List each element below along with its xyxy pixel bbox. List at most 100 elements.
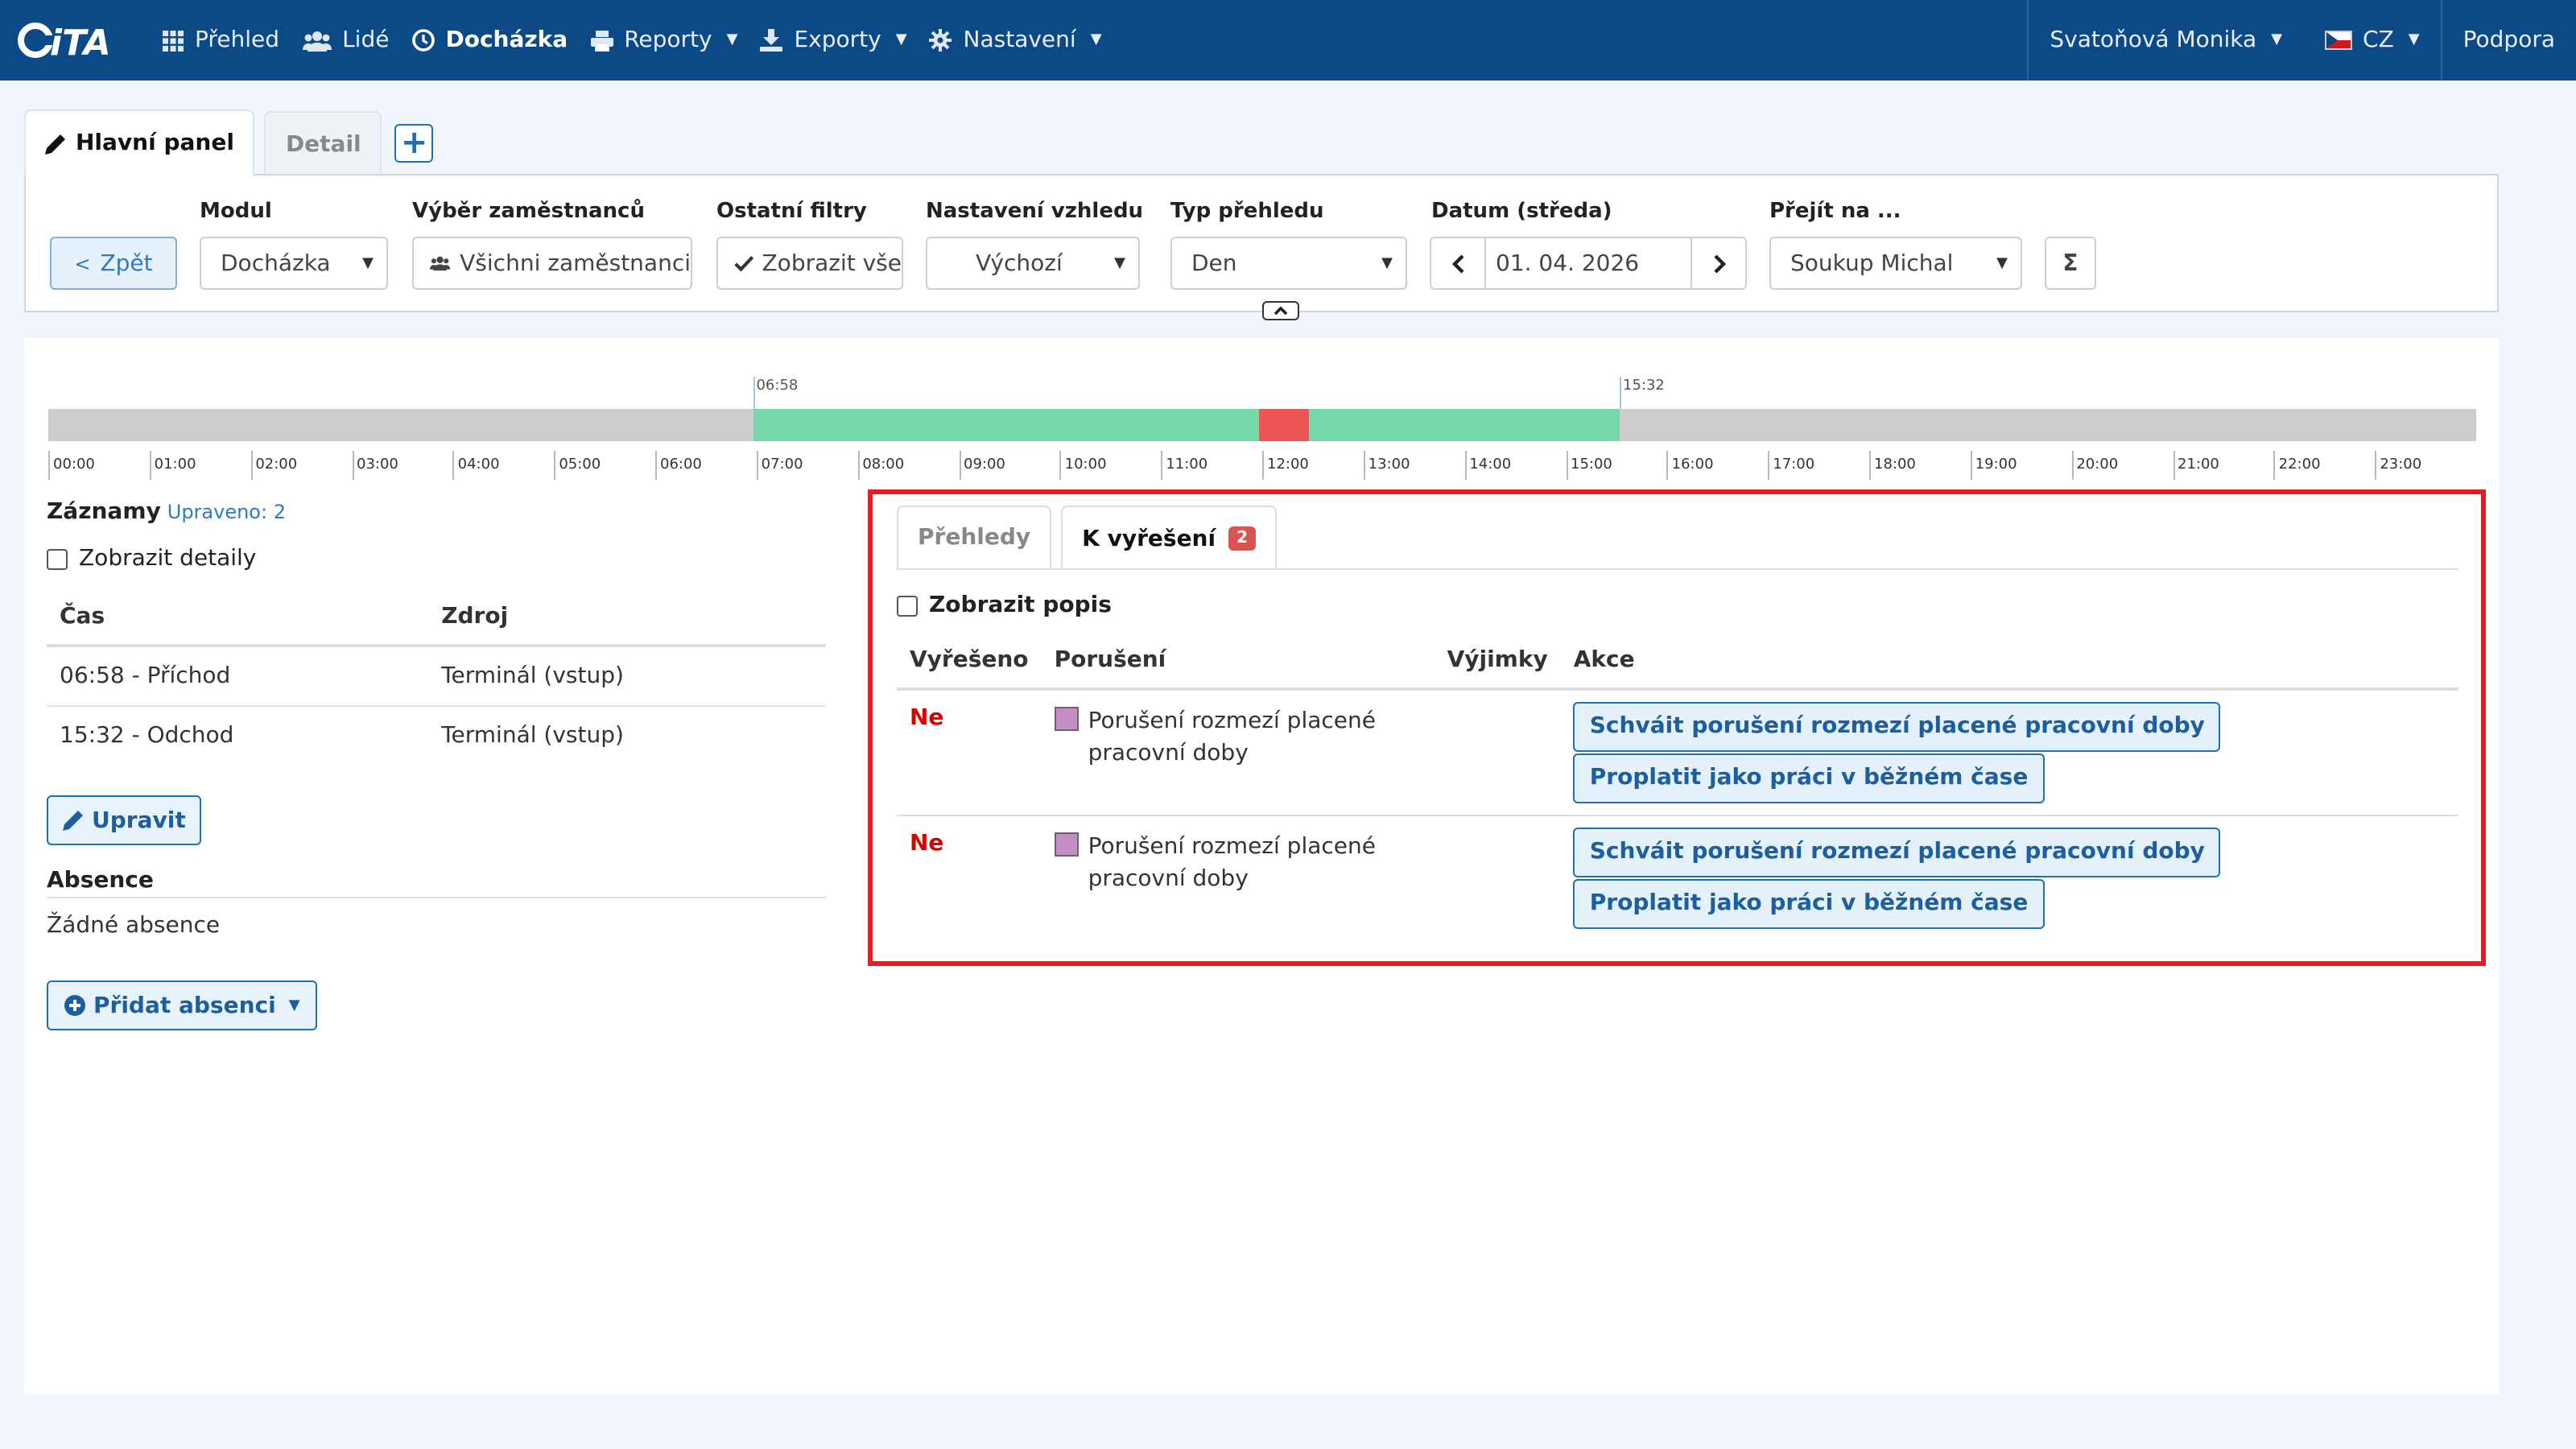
caret-down-icon: ▼ <box>1090 32 1102 48</box>
user-menu[interactable]: Svatoňová Monika ▼ <box>2027 0 2303 80</box>
app-logo[interactable]: iTA <box>0 0 151 80</box>
timeline-tick <box>2375 451 2377 480</box>
caret-down-icon: ▼ <box>288 997 300 1013</box>
add-tab-button[interactable]: + <box>394 124 434 163</box>
overview-type-label: Typ přehledu <box>1170 200 1324 224</box>
timeline-hour-label: 18:00 <box>1874 457 1916 473</box>
timeline-tick <box>250 451 253 480</box>
add-absence-button[interactable]: Přidat absenci ▼ <box>47 980 318 1030</box>
approve-violation-button[interactable]: Schváit porušení rozmezí placené pracovn… <box>1573 828 2221 877</box>
nav-reporty-label: Reporty <box>624 27 712 53</box>
work-segment <box>1309 409 1620 441</box>
gear-icon <box>929 29 952 52</box>
unresolved-count-badge: 2 <box>1228 526 1257 551</box>
add-absence-label: Přidat absenci <box>93 993 276 1018</box>
timeline-tick <box>959 451 960 480</box>
timeline-tick <box>149 451 151 480</box>
table-row: Ne Porušení rozmezí placené pracovní dob… <box>897 815 2458 940</box>
overview-type-select[interactable]: Den ▼ <box>1170 237 1407 290</box>
violation-text: Porušení rozmezí placené pracovní doby <box>1088 834 1376 892</box>
timeline-tick <box>756 451 758 480</box>
printer-icon <box>590 30 613 51</box>
module-select[interactable]: Docházka ▼ <box>200 237 388 290</box>
show-description-checkbox[interactable] <box>897 595 918 616</box>
date-input[interactable]: 01. 04. 2026 <box>1484 237 1692 290</box>
support-link[interactable]: Podpora <box>2440 0 2576 80</box>
caret-down-icon: ▼ <box>726 32 738 48</box>
pay-as-regular-button[interactable]: Proplatit jako práci v běžném čase <box>1573 879 2045 929</box>
collapse-filters-button[interactable] <box>1262 301 1299 320</box>
show-details-checkbox[interactable] <box>47 548 68 569</box>
records-section: Záznamy Upraveno: 2 Zobrazit detaily Čas … <box>47 499 826 1030</box>
tab-k-vyreseni-label: K vyřešení <box>1082 526 1216 551</box>
tab-hlavni-panel-label: Hlavní panel <box>76 130 234 156</box>
timeline-hour-label: 10:00 <box>1064 457 1107 473</box>
timeline-hour-label: 07:00 <box>761 457 803 473</box>
support-label: Podpora <box>2462 27 2555 53</box>
other-filters-button[interactable]: Zobrazit vše <box>716 237 903 290</box>
col-violation-header: Porušení <box>1041 631 1435 691</box>
module-select-value: Docházka <box>221 250 331 276</box>
show-description-label: Zobrazit popis <box>929 592 1112 618</box>
svg-text:iTA: iTA <box>50 23 111 64</box>
timeline-hour-label: 08:00 <box>862 457 905 473</box>
timeline-hour-label: 09:00 <box>964 457 1005 473</box>
chevron-right-icon <box>1713 254 1725 273</box>
timeline-tick <box>1363 451 1365 480</box>
edit-records-button[interactable]: Upravit <box>47 795 202 845</box>
issues-panel: Přehledy K vyřešení 2 Zobrazit popis Vyř <box>868 489 2486 966</box>
nav-dochazka[interactable]: Docházka <box>400 0 579 80</box>
plus-circle-icon <box>64 995 85 1016</box>
top-navbar: iTA Přehled Lidé Docházka Reporty ▼ Expo… <box>0 0 2576 80</box>
show-details-row: Zobrazit detaily <box>47 546 826 572</box>
tab-k-vyreseni[interactable]: K vyřešení 2 <box>1061 506 1278 570</box>
date-label: Datum (středa) <box>1431 200 1612 224</box>
cita-logo: iTA <box>18 23 111 64</box>
timeline-tick <box>554 451 556 480</box>
timeline-bar <box>48 409 2476 441</box>
timeline-tick <box>1262 451 1264 480</box>
caret-down-icon: ▼ <box>895 32 907 48</box>
date-next-button[interactable] <box>1690 237 1747 290</box>
record-time: 15:32 - Odchod <box>60 723 234 749</box>
exceptions-cell <box>1435 815 1561 940</box>
caret-down-icon: ▼ <box>1996 255 2008 271</box>
back-button[interactable]: < Zpět <box>50 237 177 290</box>
nav-lide[interactable]: Lidé <box>291 0 400 80</box>
col-action-header: Akce <box>1560 631 2458 691</box>
language-menu[interactable]: CZ ▼ <box>2303 0 2441 80</box>
view-settings-select[interactable]: Výchozí ▼ <box>926 237 1140 290</box>
show-description-row: Zobrazit popis <box>897 592 1112 618</box>
nav-reporty[interactable]: Reporty ▼ <box>579 0 749 80</box>
caret-down-icon: ▼ <box>362 255 374 271</box>
timeline-tick <box>452 451 455 480</box>
caret-down-icon: ▼ <box>2408 32 2420 48</box>
filter-panel: < Zpět Modul Docházka ▼ Výběr zaměstnanc… <box>24 174 2499 320</box>
approve-violation-button[interactable]: Schváit porušení rozmezí placené pracovn… <box>1573 702 2221 752</box>
timeline-tick <box>1768 451 1770 480</box>
timeline-tick <box>655 451 657 480</box>
table-row: Ne Porušení rozmezí placené pracovní dob… <box>897 689 2458 816</box>
pay-as-regular-button[interactable]: Proplatit jako práci v běžném čase <box>1573 753 2045 803</box>
caret-down-icon: ▼ <box>1381 255 1393 271</box>
users-icon <box>430 256 451 271</box>
edited-count[interactable]: Upraveno: 2 <box>167 501 286 523</box>
employees-button[interactable]: Všichni zaměstnanci <box>412 237 692 290</box>
nav-prehled[interactable]: Přehled <box>151 0 291 80</box>
nav-exporty[interactable]: Exporty ▼ <box>749 0 918 80</box>
timeline-hour-label: 05:00 <box>559 457 601 473</box>
violation-text: Porušení rozmezí placené pracovní doby <box>1088 708 1376 766</box>
tab-prehledy[interactable]: Přehledy <box>897 506 1052 568</box>
goto-select[interactable]: Soukup Michal ▼ <box>1769 237 2022 290</box>
absence-title: Absence <box>47 868 826 898</box>
show-details-label: Zobrazit detaily <box>79 546 257 572</box>
sum-button[interactable]: Σ <box>2045 237 2096 290</box>
tab-detail[interactable]: Detail <box>264 111 382 175</box>
date-prev-button[interactable] <box>1430 237 1486 290</box>
nav-nastaveni[interactable]: Nastavení ▼ <box>919 0 1113 80</box>
tab-hlavni-panel[interactable]: Hlavní panel <box>24 109 255 175</box>
timeline-hour-label: 03:00 <box>357 457 398 473</box>
date-input-value: 01. 04. 2026 <box>1496 250 1640 276</box>
timeline-tick <box>857 451 860 480</box>
back-button-label: Zpět <box>100 250 153 276</box>
